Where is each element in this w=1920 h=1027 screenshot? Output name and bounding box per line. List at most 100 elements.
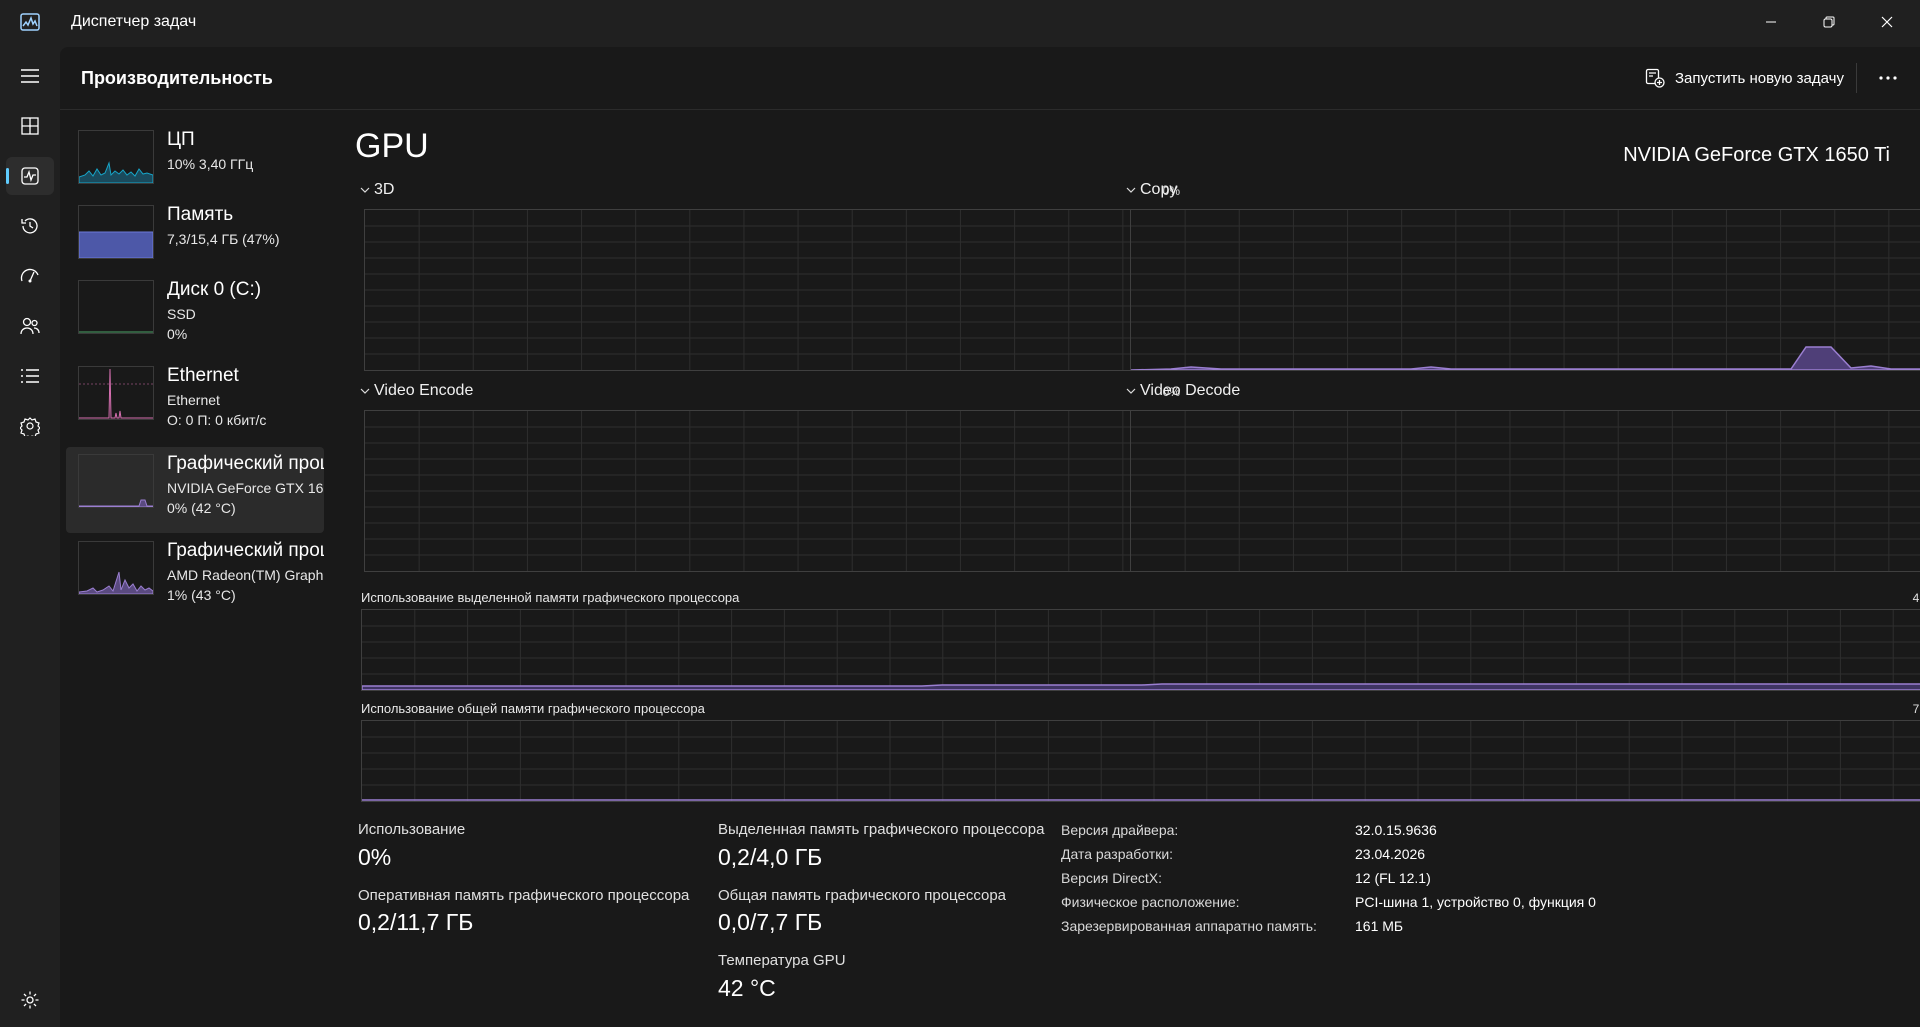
dedicated-memory-value: 0,2/4,0 ГБ [718, 844, 823, 870]
nav-services[interactable] [6, 407, 54, 445]
restore-button[interactable] [1800, 0, 1858, 44]
nav-performance[interactable] [6, 157, 54, 195]
device-name: ЦП [167, 129, 195, 150]
device-gpu-1[interactable]: Графический процессор 1 AMD Radeon(TM) G… [66, 534, 324, 620]
more-icon [1879, 76, 1897, 80]
disk-thumbnail-graph [78, 280, 154, 334]
startup-apps-icon [20, 268, 39, 283]
device-usage: 0% (42 °C) [167, 500, 236, 516]
device-name: Графический процессор 0 [167, 453, 324, 474]
run-new-task-label: Запустить новую задачу [1675, 69, 1844, 87]
graph-grid [362, 610, 1920, 690]
close-icon [1881, 16, 1893, 28]
close-button[interactable] [1858, 0, 1916, 44]
gpu-temperature-label: Температура GPU [718, 952, 846, 969]
physical-location-label: Физическое расположение: [1061, 894, 1240, 910]
processes-icon [21, 117, 39, 135]
gpu-ram-value: 0,2/11,7 ГБ [358, 909, 474, 935]
chevron-down-icon [1126, 187, 1136, 193]
gpu-model-name: NVIDIA GeForce GTX 1650 Ti [1623, 144, 1890, 166]
engine-3d-dropdown[interactable]: 3D [360, 181, 394, 199]
nav-startup-apps[interactable] [6, 257, 54, 295]
engine-label: 3D [374, 181, 395, 198]
title-bar: Диспетчер задач [0, 0, 1920, 47]
graph-grid [362, 721, 1920, 801]
run-new-task-button[interactable]: Запустить новую задачу [1637, 60, 1852, 96]
directx-version-label: Версия DirectX: [1061, 870, 1162, 886]
dedicated-memory-graph-label: Использование выделенной памяти графичес… [361, 590, 740, 605]
shared-memory-graph [361, 720, 1920, 802]
copy-usage-area [1131, 346, 1920, 370]
engine-video-encode-graph [364, 410, 1178, 572]
nav-users[interactable] [6, 307, 54, 345]
driver-date-label: Дата разработки: [1061, 846, 1174, 862]
menu-button[interactable] [6, 57, 54, 95]
device-disk[interactable]: Диск 0 (C:) SSD 0% [66, 273, 324, 359]
window-title: Диспетчер задач [71, 13, 197, 30]
gpu1-thumbnail-graph [78, 541, 154, 595]
gpu-temperature-value: 42 °C [718, 975, 776, 1001]
shared-memory-max: 7,7 ГБ [1912, 702, 1920, 716]
device-cpu[interactable]: ЦП 10% 3,40 ГГц [66, 123, 324, 209]
device-name: Диск 0 (C:) [167, 279, 262, 300]
performance-icon [21, 167, 39, 185]
device-ethernet[interactable]: Ethernet Ethernet О: 0 П: 0 кбит/с [66, 359, 324, 445]
dedicated-memory-graph [361, 609, 1920, 691]
device-detail: Ethernet [167, 392, 220, 408]
cpu-thumbnail-graph [78, 130, 154, 184]
physical-location-value: PCI-шина 1, устройство 0, функция 0 [1355, 894, 1596, 910]
engine-3d-graph [364, 209, 1178, 371]
dedicated-memory-area [362, 683, 1920, 690]
menu-icon [21, 69, 39, 83]
minimize-button[interactable] [1742, 0, 1800, 44]
device-name: Ethernet [167, 365, 239, 386]
engine-label: Video Decode [1140, 382, 1241, 399]
more-options-button[interactable] [1866, 60, 1910, 96]
engine-copy-dropdown[interactable]: Copy [1126, 181, 1177, 199]
dedicated-memory-label: Выделенная память графического процессор… [718, 821, 1045, 838]
shared-memory-label: Общая память графического процессора [718, 887, 1007, 904]
driver-version-value: 32.0.15.9636 [1355, 822, 1437, 838]
header-separator [1856, 63, 1857, 93]
device-usage: 0% [167, 326, 188, 342]
engine-label: Video Encode [374, 382, 474, 399]
navigation-rail [0, 47, 60, 1027]
engine-label: Copy [1140, 181, 1178, 198]
engine-video-encode-dropdown[interactable]: Video Encode [360, 382, 473, 400]
directx-version-value: 12 (FL 12.1) [1355, 870, 1431, 886]
gpu-title: GPU [355, 127, 429, 165]
graph-grid [365, 210, 1177, 370]
services-icon [20, 417, 40, 436]
device-name: Графический процессор 1 [167, 540, 324, 561]
device-usage: О: 0 П: 0 кбит/с [167, 412, 267, 428]
memory-thumbnail-graph [78, 205, 154, 259]
shared-memory-value: 0,0/7,7 ГБ [718, 909, 823, 935]
users-icon [20, 317, 40, 335]
nav-details[interactable] [6, 357, 54, 395]
device-detail: SSD [167, 306, 196, 322]
minimize-icon [1766, 21, 1776, 23]
restore-icon [1823, 16, 1835, 28]
device-gpu-0[interactable]: Графический процессор 0 NVIDIA GeForce G… [66, 447, 324, 533]
device-name: Память [167, 204, 234, 225]
chevron-down-icon [360, 388, 370, 394]
usage-value: 0% [358, 844, 392, 870]
active-indicator [6, 168, 9, 184]
performance-page: Производительность Запустить новую задач… [60, 47, 1920, 1027]
driver-version-label: Версия драйвера: [1061, 822, 1179, 838]
gpu-ram-label: Оперативная память графического процессо… [358, 887, 690, 904]
engine-percent: 0% [1886, 184, 1920, 198]
nav-app-history[interactable] [6, 207, 54, 245]
details-icon [21, 369, 39, 383]
settings-icon [21, 991, 39, 1009]
device-memory[interactable]: Память 7,3/15,4 ГБ (47%) [66, 198, 324, 284]
device-detail: AMD Radeon(TM) Graphics [167, 567, 324, 583]
nav-processes[interactable] [6, 107, 54, 145]
hardware-reserved-memory-label: Зарезервированная аппаратно память: [1061, 918, 1317, 934]
page-header: Производительность Запустить новую задач… [60, 47, 1920, 110]
driver-date-value: 23.04.2026 [1355, 846, 1426, 862]
nav-settings[interactable] [6, 981, 54, 1019]
engine-video-decode-dropdown[interactable]: Video Decode [1126, 382, 1240, 400]
new-task-icon [1645, 68, 1665, 88]
page-title: Производительность [81, 68, 273, 88]
